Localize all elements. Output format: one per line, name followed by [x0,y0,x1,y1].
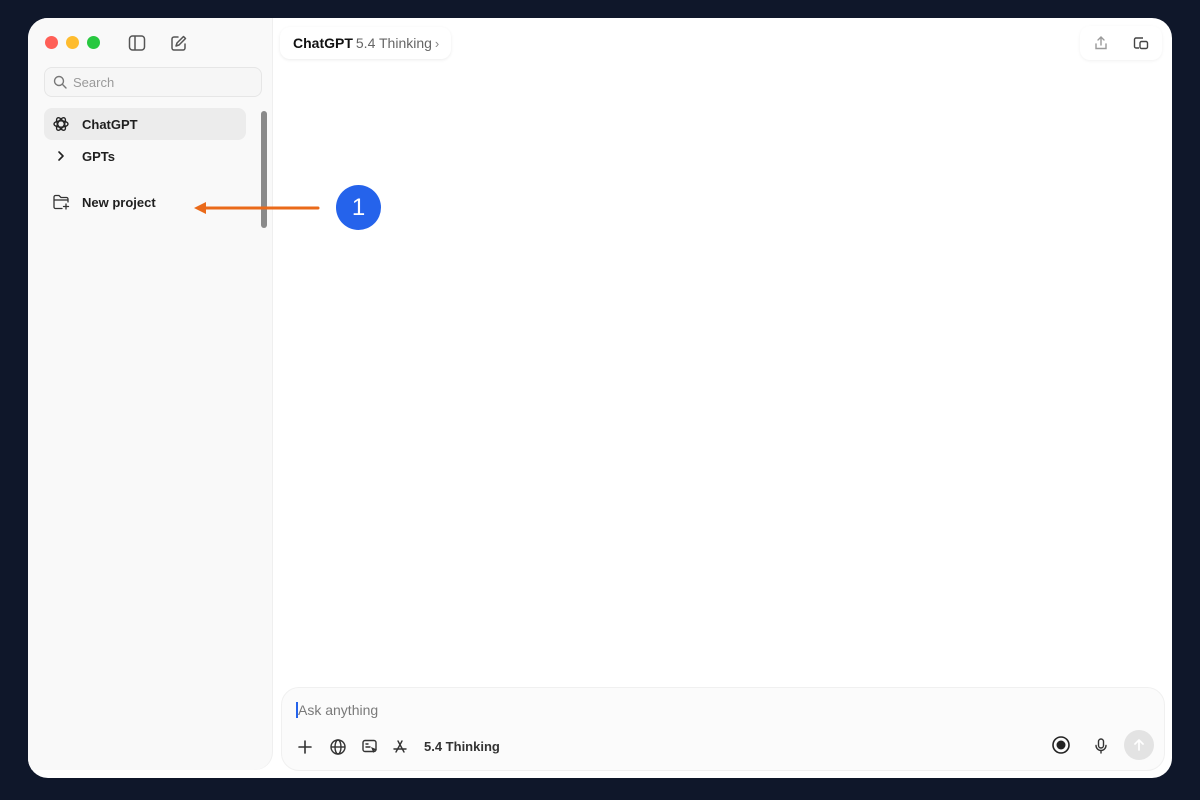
plus-icon [298,740,312,754]
toggle-sidebar-button[interactable] [126,32,148,54]
compose-icon [171,35,187,51]
close-window-button[interactable] [45,36,58,49]
share-button[interactable] [1090,32,1112,54]
sidebar-item-gpts[interactable]: GPTs [44,140,246,172]
message-input[interactable]: Ask anything [296,702,378,718]
composer-model-label[interactable]: 5.4 Thinking [424,739,500,754]
record-icon [1052,736,1070,754]
step-badge: 1 [336,185,381,230]
sidebar-item-label: GPTs [82,148,115,164]
app-store-icon [393,740,407,753]
message-composer[interactable]: Ask anything 5.4 Thinking [281,687,1165,771]
globe-icon [330,739,346,755]
new-folder-icon [50,193,72,211]
screen-capture-button[interactable] [359,736,381,758]
search-input[interactable]: Search [44,67,262,97]
chevron-right-icon: › [434,35,440,51]
new-chat-button[interactable] [168,32,190,54]
send-button[interactable] [1124,730,1154,760]
chevron-right-icon [50,149,72,163]
app-window: Search ChatGPT GPTs New project ChatGPT … [28,18,1172,778]
sidebar-item-chatgpt[interactable]: ChatGPT [44,108,246,140]
sidebar-item-label: New project [82,194,156,210]
annotation-arrow [194,202,320,214]
minimize-window-button[interactable] [66,36,79,49]
share-icon [1095,36,1107,50]
sidebar-item-label: ChatGPT [82,116,138,132]
zoom-window-button[interactable] [87,36,100,49]
window-stack-icon [1133,37,1149,50]
screen-select-icon [362,739,377,753]
window-controls [45,36,100,49]
voice-mode-button[interactable] [1050,734,1072,756]
model-selector[interactable]: ChatGPT 5.4 Thinking › [280,27,452,59]
sidebar: Search ChatGPT GPTs New project [28,18,272,770]
sidebar-toggle-icon [128,35,146,51]
search-placeholder: Search [73,74,115,90]
model-brand: ChatGPT [293,35,353,51]
web-search-button[interactable] [327,736,349,758]
app-tools-button[interactable] [389,736,411,758]
microphone-icon [1095,738,1107,754]
search-icon [53,75,67,89]
dictation-button[interactable] [1090,735,1112,757]
openai-logo-icon [50,115,72,133]
model-variant: 5.4 Thinking [355,35,432,51]
top-actions [1080,26,1162,60]
new-window-button[interactable] [1130,32,1152,54]
add-attachment-button[interactable] [294,736,316,758]
arrow-up-icon [1134,739,1144,751]
